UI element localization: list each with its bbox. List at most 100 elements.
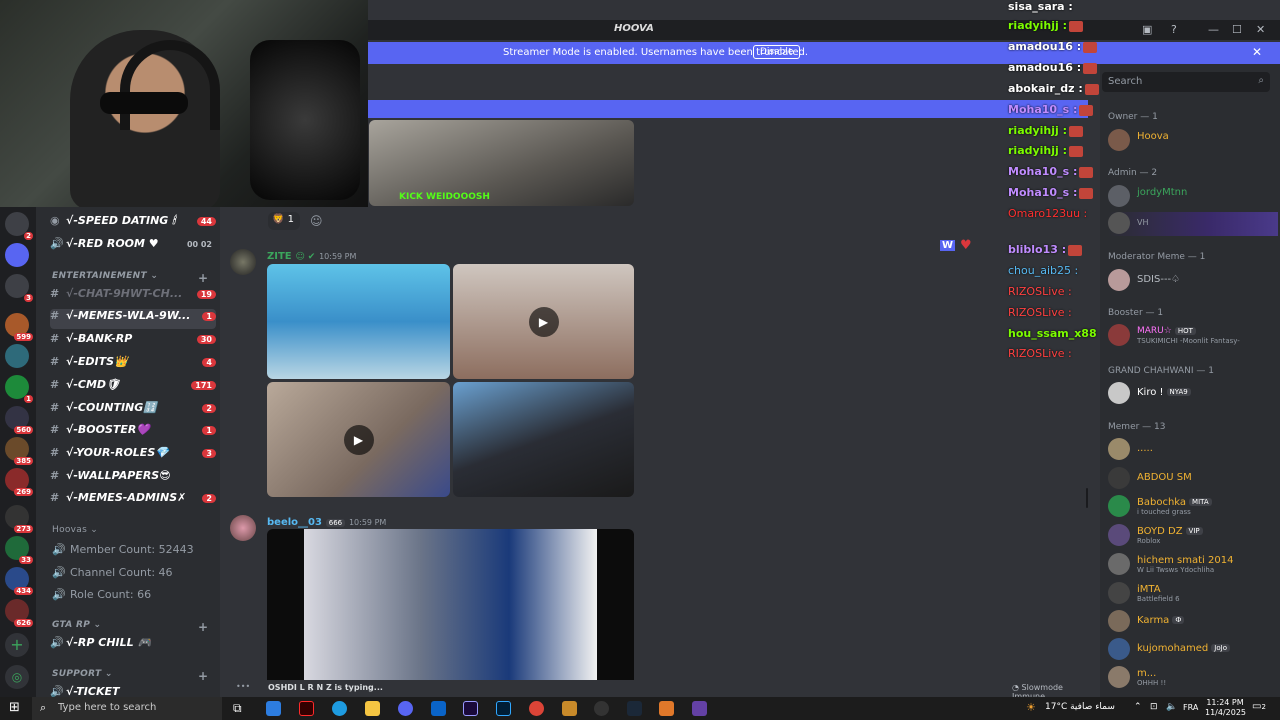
language-indicator[interactable]: FRA bbox=[1183, 703, 1198, 712]
stat-channel-count[interactable]: 🔊 Channel Count: 46 bbox=[52, 566, 173, 579]
server-icon[interactable] bbox=[5, 243, 29, 267]
network-icon[interactable]: ⊡ bbox=[1150, 702, 1158, 712]
volume-icon[interactable]: 🔈 bbox=[1166, 702, 1177, 712]
server-icon[interactable]: 434 bbox=[5, 567, 33, 595]
server-icon[interactable]: 626 bbox=[5, 599, 33, 627]
play-icon[interactable]: ▶ bbox=[528, 306, 559, 337]
add-reaction-icon[interactable]: ☺ bbox=[310, 214, 323, 228]
edge-icon[interactable] bbox=[332, 701, 347, 716]
channel-counting[interactable]: # √-COUNTING🔢 2 bbox=[50, 401, 216, 421]
server-icon[interactable]: 269 bbox=[5, 468, 33, 496]
message-author[interactable]: beelo__03 bbox=[267, 517, 322, 528]
member-item[interactable]: kujomohamed JoJo bbox=[1108, 638, 1278, 662]
channel-speed-dating[interactable]: ◉ √-SPEED DATING 🕯 44 bbox=[50, 214, 216, 234]
weather-text[interactable]: 17°C سماء صافية bbox=[1045, 702, 1115, 712]
server-icon[interactable]: 273 bbox=[5, 505, 33, 533]
twitch-icon[interactable] bbox=[692, 701, 707, 716]
server-icon[interactable]: 33 bbox=[5, 536, 33, 564]
help-icon[interactable]: ? bbox=[1171, 23, 1177, 36]
category-gta-rp[interactable]: GTA RP ⌄ + bbox=[52, 620, 208, 634]
member-item[interactable]: Kiro ! NYA9 bbox=[1108, 382, 1278, 406]
category-hoovas[interactable]: Hoovas ⌄ bbox=[52, 525, 98, 535]
member-item[interactable]: VH bbox=[1108, 212, 1278, 236]
minimize-icon[interactable]: — bbox=[1208, 23, 1219, 36]
message-author[interactable]: ZITE bbox=[267, 251, 292, 262]
channel-wallpapers[interactable]: # √-WALLPAPERS😎 bbox=[50, 469, 216, 489]
play-icon[interactable]: ▶ bbox=[343, 424, 374, 455]
video-attachment[interactable]: ▶ bbox=[453, 264, 634, 379]
member-item[interactable]: Karma Ф bbox=[1108, 610, 1278, 634]
file-explorer-icon[interactable] bbox=[365, 701, 380, 716]
disable-streamer-mode-button[interactable]: Disable bbox=[753, 45, 801, 59]
close-banner-icon[interactable]: ✕ bbox=[1252, 45, 1262, 59]
channel-bank-rp[interactable]: # √-BANK-RP 30 bbox=[50, 332, 216, 352]
tray-chevron-icon[interactable]: ⌃ bbox=[1134, 702, 1142, 712]
discover-icon[interactable]: ◎ bbox=[5, 665, 29, 689]
add-channel-icon[interactable]: + bbox=[198, 271, 208, 285]
channel-memes[interactable]: # √-MEMES-WLA-9W... 1 bbox=[50, 309, 216, 329]
new-messages-bar[interactable] bbox=[368, 100, 1088, 118]
server-icon[interactable]: 385 bbox=[5, 437, 33, 465]
server-icon[interactable]: 1 bbox=[5, 375, 33, 403]
video-embed-image[interactable]: KICK WEIDOOOSH bbox=[369, 120, 634, 206]
app-icon[interactable] bbox=[562, 701, 577, 716]
inbox-icon[interactable]: ▣ bbox=[1142, 23, 1152, 36]
channel-ticket[interactable]: 🔊 √-TICKET bbox=[50, 685, 216, 697]
member-search-input[interactable]: Search ⌕ bbox=[1102, 72, 1270, 92]
windows-start-icon[interactable]: ⊞ bbox=[9, 700, 20, 715]
illustrator-icon[interactable] bbox=[299, 701, 314, 716]
member-item[interactable]: MARU☆ HOT TSUKIMICHI -Moonlit Fantasy- bbox=[1108, 324, 1278, 348]
image-attachment[interactable] bbox=[453, 382, 634, 497]
channel-booster[interactable]: # √-BOOSTER💜 1 bbox=[50, 423, 216, 443]
category-support[interactable]: SUPPORT ⌄ + bbox=[52, 669, 208, 683]
discord-icon[interactable] bbox=[398, 701, 413, 716]
member-item[interactable]: hichem smati 2014 W Lii Twsws Ydochliha bbox=[1108, 553, 1278, 577]
image-attachment[interactable] bbox=[267, 264, 450, 379]
add-channel-icon[interactable]: + bbox=[198, 669, 208, 683]
maximize-icon[interactable]: ☐ bbox=[1232, 23, 1242, 36]
obs-icon[interactable] bbox=[594, 701, 609, 716]
add-server-icon[interactable]: + bbox=[5, 633, 29, 657]
steam-icon[interactable] bbox=[627, 701, 642, 716]
member-item[interactable]: iMTA Battlefield 6 bbox=[1108, 582, 1278, 606]
member-item[interactable]: ..... bbox=[1108, 438, 1278, 462]
taskbar-search-input[interactable]: ⌕ Type here to search bbox=[32, 697, 222, 720]
member-item[interactable]: SDIS---♤ bbox=[1108, 269, 1278, 293]
add-channel-icon[interactable]: + bbox=[198, 620, 208, 634]
server-icon[interactable] bbox=[5, 344, 29, 368]
task-view-icon[interactable]: ⧉ bbox=[233, 701, 242, 716]
app-icon[interactable] bbox=[659, 701, 674, 716]
server-icon[interactable]: 599 bbox=[5, 313, 33, 341]
clock-time[interactable]: 11:24 PM bbox=[1205, 698, 1245, 707]
channel-chat[interactable]: # √-CHAT-9HWT-CH... 19 bbox=[50, 287, 216, 307]
channel-edits[interactable]: # √-EDITS👑 4 bbox=[50, 355, 216, 375]
store-icon[interactable] bbox=[266, 701, 281, 716]
channel-cmd[interactable]: # √-CMD🛡 171 bbox=[50, 378, 216, 398]
server-icon[interactable]: 560 bbox=[5, 406, 33, 434]
channel-rp-chill[interactable]: 🔊 √-RP CHILL 🎮 bbox=[50, 636, 216, 656]
stat-role-count[interactable]: 🔊 Role Count: 66 bbox=[52, 588, 151, 601]
outlook-icon[interactable] bbox=[431, 701, 446, 716]
notifications-icon[interactable]: ▭2 bbox=[1252, 701, 1266, 712]
close-icon[interactable]: ✕ bbox=[1256, 23, 1265, 36]
member-item[interactable]: BOYD DZ VIP Roblox bbox=[1108, 524, 1278, 548]
member-item[interactable]: m... OHHH !! bbox=[1108, 666, 1278, 690]
server-icon[interactable]: 2 bbox=[5, 212, 33, 240]
member-item[interactable]: jordyMtnn bbox=[1108, 185, 1278, 209]
member-item[interactable]: ABDOU SM bbox=[1108, 467, 1278, 491]
clock-date[interactable]: 11/4/2025 bbox=[1205, 708, 1246, 717]
chrome-icon[interactable] bbox=[529, 701, 544, 716]
photoshop-icon[interactable] bbox=[496, 701, 511, 716]
scrollbar[interactable] bbox=[1086, 488, 1088, 508]
category-entertainment[interactable]: ENTERTAINEMENT ⌄ + bbox=[52, 271, 208, 285]
member-item[interactable]: Babochka MITA i touched grass bbox=[1108, 495, 1278, 519]
avatar[interactable] bbox=[230, 515, 256, 541]
reaction-button[interactable]: 🦁 1 bbox=[268, 212, 300, 230]
stat-member-count[interactable]: 🔊 Member Count: 52443 bbox=[52, 543, 194, 556]
member-item[interactable]: Hoova bbox=[1108, 129, 1278, 153]
video-attachment[interactable]: ▶ bbox=[267, 382, 450, 497]
avatar[interactable] bbox=[230, 249, 256, 275]
server-icon[interactable]: 3 bbox=[5, 274, 33, 302]
channel-memes-admins[interactable]: # √-MEMES-ADMINS✗ 2 bbox=[50, 491, 216, 511]
image-attachment[interactable] bbox=[267, 529, 634, 687]
